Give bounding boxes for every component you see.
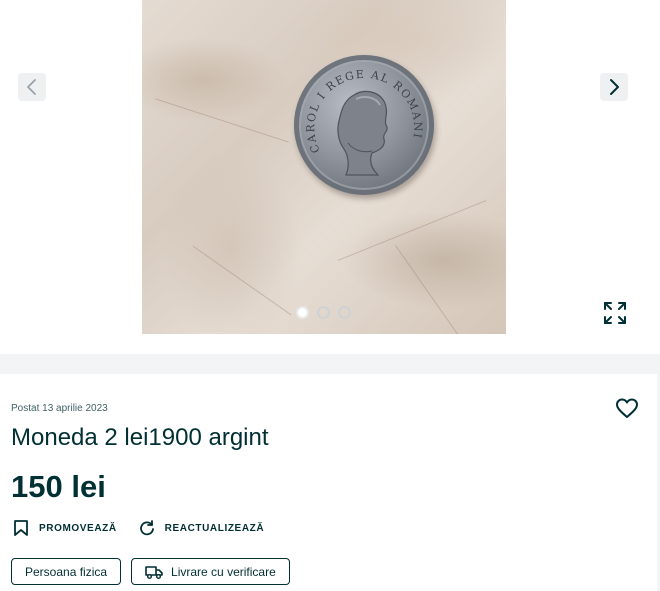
chevron-left-icon [27,79,36,95]
seller-type-label: Persoana fizica [25,564,108,579]
bookmark-icon [14,520,28,536]
delivery-label: Livrare cu verificare [171,564,276,579]
ad-tags: Persoana fizica Livrare cu verificare [11,558,290,585]
carousel-dots [296,306,351,319]
heart-icon [616,398,638,418]
truck-icon [145,565,163,579]
ad-details-card: Postat 13 aprilie 2023 Moneda 2 lei1900 … [0,374,657,591]
posted-date: Postat 13 aprilie 2023 [11,403,108,414]
next-image-button[interactable] [600,73,628,101]
ad-photo[interactable]: CAROL I REGE AL ROMANIEI [142,0,506,334]
ad-title: Moneda 2 lei1900 argint [11,424,269,451]
seller-type-tag[interactable]: Persoana fizica [11,558,122,585]
promote-button[interactable]: PROMOVEAZĂ [13,519,117,537]
refresh-button[interactable]: REACTUALIZEAZĂ [139,520,265,536]
favorite-button[interactable] [615,397,639,421]
chevron-right-icon [610,79,619,95]
carousel-dot-2[interactable] [317,306,330,319]
prev-image-button[interactable] [18,73,46,101]
ad-price: 150 lei [11,469,106,504]
promote-label: PROMOVEAZĂ [39,522,117,534]
carousel-dot-1[interactable] [296,306,309,319]
ad-actions: PROMOVEAZĂ REACTUALIZEAZĂ [13,519,264,537]
delivery-tag[interactable]: Livrare cu verificare [131,558,290,585]
refresh-label: REACTUALIZEAZĂ [164,522,265,534]
image-gallery: CAROL I REGE AL ROMANIEI [0,0,660,354]
refresh-icon [139,520,154,536]
carousel-dot-3[interactable] [338,306,351,319]
fullscreen-button[interactable] [602,300,628,326]
expand-icon [604,302,626,324]
coin-image: CAROL I REGE AL ROMANIEI [294,55,434,195]
